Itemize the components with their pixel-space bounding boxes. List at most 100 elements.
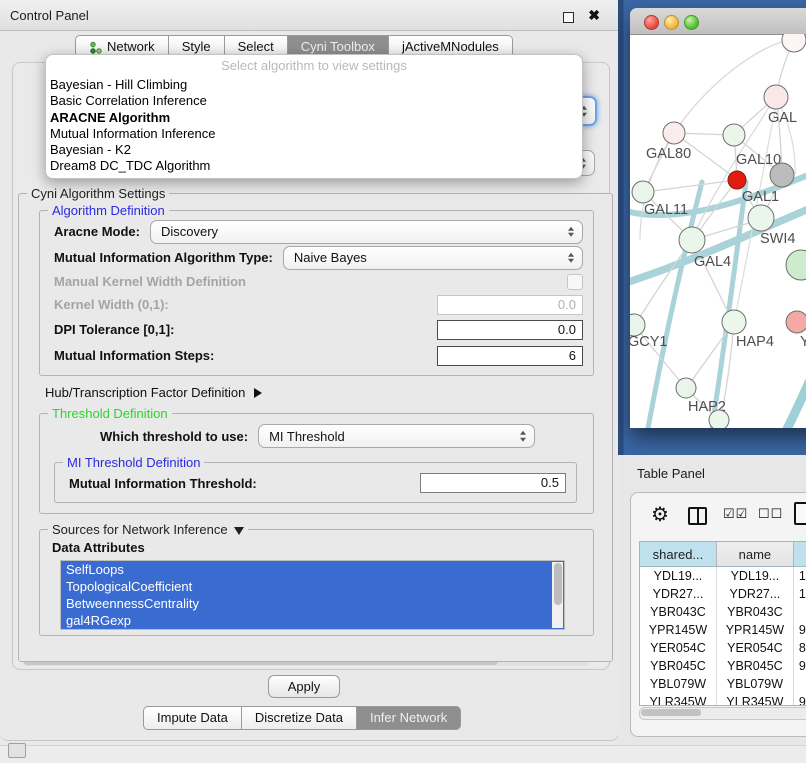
network-window: GALGAL80GAL10GAL1GAL11SWI4GAL4GCY1HAP4YH… [630, 8, 806, 428]
zoom-traffic-light[interactable] [684, 15, 699, 30]
network-node-hap4[interactable] [722, 310, 746, 334]
mi-threshold-definition-title: MI Threshold Definition [63, 455, 204, 470]
table-horizontal-scrollbar-thumb[interactable] [641, 709, 701, 716]
column-header-shared[interactable]: shared... [640, 542, 716, 567]
mi-algorithm-type-label: Mutual Information Algorithm Type: [54, 250, 273, 265]
column-header-a[interactable]: A [793, 542, 806, 567]
algorithm-option-aracne-algorithm[interactable]: ARACNE Algorithm [46, 110, 582, 126]
network-node-gal4[interactable] [679, 227, 705, 253]
network-node[interactable] [770, 163, 794, 187]
algorithm-option-basic-correlation-inference[interactable]: Basic Correlation Inference [46, 93, 582, 109]
manual-kernel-checkbox[interactable] [567, 274, 583, 290]
sources-group: Sources for Network Inference Data Attri… [39, 522, 594, 636]
new-table-document-icon[interactable] [794, 502, 806, 525]
table-row[interactable]: YLR345WYLR345W9. [640, 693, 806, 706]
mi-threshold-field[interactable]: 0.5 [420, 473, 566, 493]
table-row[interactable]: YPR145WYPR145W9. [640, 621, 806, 639]
node-table[interactable]: shared...nameA YDL19...YDL19...13YDR27..… [639, 541, 806, 706]
network-node[interactable] [786, 250, 806, 280]
table-row[interactable]: YBR045CYBR045C9. [640, 657, 806, 675]
table-row[interactable]: YDR27...YDR27...12 [640, 585, 806, 603]
node-label-gal80: GAL80 [646, 146, 691, 162]
attribute-gal4rgexp[interactable]: gal4RGexp [61, 612, 564, 629]
deselect-all-icon[interactable]: ☐☐ [758, 506, 783, 522]
network-node-gal80[interactable] [663, 122, 685, 144]
algorithm-definition-title: Algorithm Definition [48, 203, 169, 218]
kernel-width-field[interactable]: 0.0 [437, 295, 583, 315]
attribute-betweennesscentrality[interactable]: BetweennessCentrality [61, 595, 564, 612]
network-node-gal11[interactable] [632, 181, 654, 203]
network-node-gal[interactable] [764, 85, 788, 109]
network-node[interactable] [782, 34, 806, 52]
threshold-definition-title: Threshold Definition [48, 406, 172, 421]
tab-impute-data[interactable]: Impute Data [143, 706, 242, 730]
table-cell: YLR345W [716, 693, 793, 706]
column-header-name[interactable]: name [716, 542, 793, 567]
mi-steps-field[interactable]: 6 [437, 346, 583, 366]
data-attributes-list[interactable]: SelfLoopsTopologicalCoefficientBetweenne… [60, 560, 565, 630]
network-edge[interactable] [636, 240, 692, 323]
column-layout-icon[interactable] [688, 507, 707, 525]
table-cell [793, 603, 806, 621]
aracne-mode-select[interactable]: Discovery [150, 220, 583, 244]
settings-gear-icon[interactable]: ⚙ [651, 503, 669, 527]
hub-definition-expander[interactable]: Hub/Transcription Factor Definition [45, 385, 604, 400]
tab-infer-network-label: Infer Network [370, 707, 447, 729]
kernel-width-label: Kernel Width (0,1): [54, 297, 169, 312]
network-edge[interactable] [766, 382, 806, 428]
which-threshold-label: Which threshold to use: [100, 429, 248, 444]
apply-button[interactable]: Apply [268, 675, 340, 698]
table-cell: YPR145W [716, 621, 793, 639]
network-node-gcy1[interactable] [630, 314, 645, 336]
panel-toggle-icon[interactable] [8, 743, 26, 758]
list-scrollbar-thumb[interactable] [554, 563, 562, 605]
float-window-icon[interactable] [563, 12, 574, 23]
hub-definition-label: Hub/Transcription Factor Definition [45, 385, 245, 400]
network-node-swi4[interactable] [748, 205, 774, 231]
mi-threshold-row: Mutual Information Threshold: 0.5 [69, 471, 566, 495]
network-edge[interactable] [708, 182, 746, 428]
algorithm-option-bayesian-k2[interactable]: Bayesian - K2 [46, 142, 582, 158]
algorithm-option-mutual-information-inference[interactable]: Mutual Information Inference [46, 126, 582, 142]
select-all-icon[interactable]: ☑☑ [723, 506, 748, 522]
algorithm-option-bayesian-hill-climbing[interactable]: Bayesian - Hill Climbing [46, 77, 582, 93]
network-node[interactable] [709, 410, 729, 428]
network-graph-icon [89, 41, 102, 54]
algorithm-options: Bayesian - Hill ClimbingBasic Correlatio… [46, 77, 582, 175]
network-node-hap2[interactable] [676, 378, 696, 398]
table-cell: YLR345W [640, 693, 716, 706]
expander-arrow-icon [254, 388, 262, 398]
node-label-gcy1: GCY1 [630, 334, 668, 350]
close-icon[interactable]: ✖ [588, 7, 600, 23]
table-row[interactable]: YDL19...YDL19...13 [640, 567, 806, 586]
network-canvas[interactable]: GALGAL80GAL10GAL1GAL11SWI4GAL4GCY1HAP4YH… [630, 34, 806, 428]
bottom-tabs: Impute DataDiscretize Data Infer Network [143, 706, 461, 730]
sources-title: Sources for Network Inference [48, 522, 248, 537]
data-attributes-label: Data Attributes [52, 540, 585, 555]
mi-algorithm-type-select[interactable]: Naive Bayes [283, 246, 583, 270]
algorithm-option-dream8-dc-tdc-algorithm[interactable]: Dream8 DC_TDC Algorithm [46, 158, 582, 174]
table-cell: YDL19... [640, 567, 716, 586]
network-edge[interactable] [645, 180, 737, 192]
network-node-gal10[interactable] [723, 124, 745, 146]
collapse-arrow-icon[interactable] [234, 527, 244, 535]
tab-infer-network[interactable]: Infer Network [357, 706, 461, 730]
network-node-y[interactable] [786, 311, 806, 333]
network-window-titlebar[interactable] [630, 8, 806, 35]
table-cell: YER054C [640, 639, 716, 657]
node-label-gal: GAL [768, 110, 797, 126]
node-label-y: Y [800, 334, 806, 350]
dpi-tolerance-field[interactable]: 0.0 [437, 320, 583, 340]
table-row[interactable]: YBR043CYBR043C [640, 603, 806, 621]
which-threshold-select[interactable]: MI Threshold [258, 424, 535, 448]
tab-discretize-data[interactable]: Discretize Data [242, 706, 357, 730]
table-row[interactable]: YER054CYER054C8. [640, 639, 806, 657]
minimize-traffic-light[interactable] [664, 15, 679, 30]
close-traffic-light[interactable] [644, 15, 659, 30]
table-row[interactable]: YBL079WYBL079W [640, 675, 806, 693]
network-node-gal1[interactable] [728, 171, 746, 189]
node-label-gal11: GAL11 [644, 202, 688, 218]
attribute-topologicalcoefficient[interactable]: TopologicalCoefficient [61, 578, 564, 595]
table-cell: 8. [793, 639, 806, 657]
attribute-selfloops[interactable]: SelfLoops [61, 561, 564, 578]
